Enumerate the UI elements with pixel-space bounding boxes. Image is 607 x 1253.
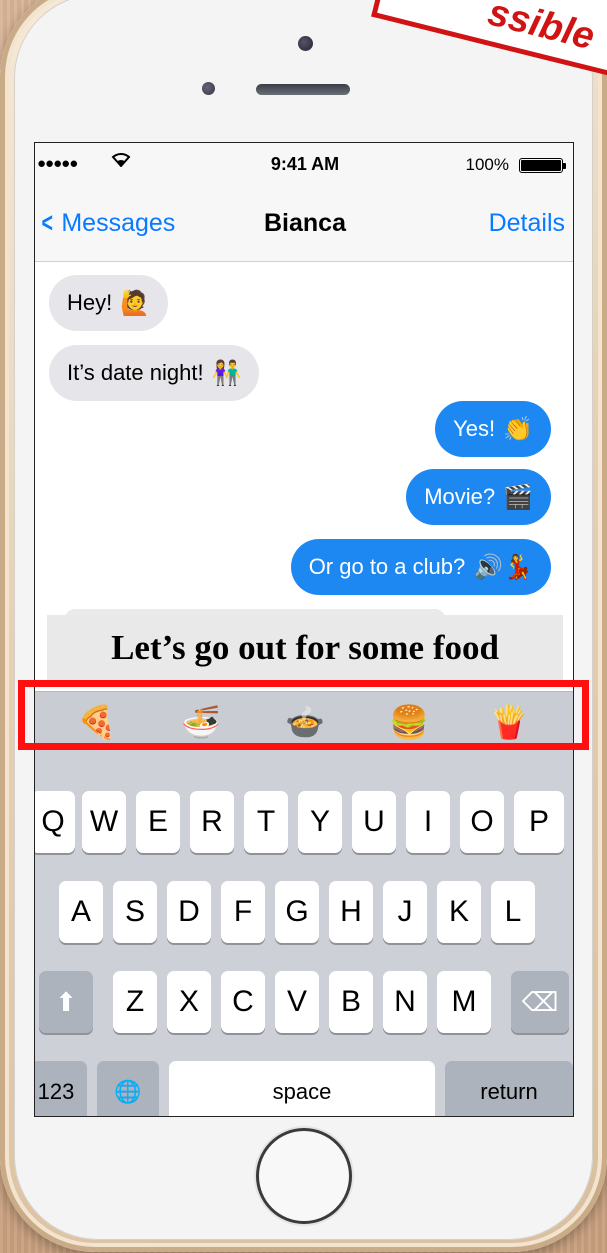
key-j[interactable]: J xyxy=(383,881,427,943)
key-z[interactable]: Z xyxy=(113,971,157,1033)
key-k[interactable]: K xyxy=(437,881,481,943)
emoji-suggestion-bar: 🍕 🍜 🍲 🍔 🍟 xyxy=(35,691,573,753)
message-bubble-outgoing: Movie? 🎬 xyxy=(406,469,551,525)
message-text: It’s date night! xyxy=(67,360,204,385)
key-v[interactable]: V xyxy=(275,971,319,1033)
back-label: Messages xyxy=(61,208,176,237)
delete-icon: ⌫ xyxy=(521,986,559,1017)
key-i[interactable]: I xyxy=(406,791,450,853)
key-u[interactable]: U xyxy=(352,791,396,853)
earpiece-speaker xyxy=(256,84,350,95)
home-button[interactable] xyxy=(256,1128,352,1224)
speaker-dancer-icon: 🔊💃 xyxy=(473,553,533,581)
shift-icon: ⬆ xyxy=(55,986,77,1017)
key-r[interactable]: R xyxy=(190,791,234,853)
chevron-left-icon: < xyxy=(41,207,53,238)
message-bubble-incoming: It’s date night! 👫 xyxy=(49,345,260,401)
key-o[interactable]: O xyxy=(460,791,504,853)
message-text: Or go to a club? xyxy=(308,554,466,579)
key-n[interactable]: N xyxy=(383,971,427,1033)
key-f[interactable]: F xyxy=(221,881,265,943)
key-p[interactable]: P xyxy=(514,791,564,853)
return-key[interactable]: return xyxy=(445,1061,573,1116)
key-c[interactable]: C xyxy=(221,971,265,1033)
battery-percentage: 100% xyxy=(465,155,509,174)
key-t[interactable]: T xyxy=(244,791,288,853)
front-camera xyxy=(298,36,313,51)
battery-icon xyxy=(519,158,566,173)
message-text: Hey! xyxy=(67,290,113,315)
couple-icon: 👫 xyxy=(211,359,242,387)
key-g[interactable]: G xyxy=(275,881,319,943)
key-h[interactable]: H xyxy=(329,881,373,943)
phone-screen: ●●●●● 9:41 AM 100% < Messages Bianca Det… xyxy=(34,142,574,1117)
message-text: Movie? xyxy=(424,484,496,509)
back-button[interactable]: < Messages xyxy=(39,207,175,239)
details-button[interactable]: Details xyxy=(489,209,565,238)
numbers-key[interactable]: 123 xyxy=(35,1061,87,1116)
noodles-icon[interactable]: 🍜 xyxy=(173,698,229,746)
key-a[interactable]: A xyxy=(59,881,103,943)
key-y[interactable]: Y xyxy=(298,791,342,853)
woman-raising-hand-icon: 🙋 xyxy=(120,289,151,317)
globe-key[interactable]: 🌐 xyxy=(97,1061,159,1116)
shift-key[interactable]: ⬆ xyxy=(39,971,93,1033)
key-l[interactable]: L xyxy=(491,881,535,943)
space-key[interactable]: space xyxy=(169,1061,435,1116)
key-b[interactable]: B xyxy=(329,971,373,1033)
message-bubble-outgoing: Yes! 👏 xyxy=(435,401,551,457)
hamburger-icon[interactable]: 🍔 xyxy=(381,698,437,746)
delete-key[interactable]: ⌫ xyxy=(511,971,569,1033)
proximity-sensor xyxy=(202,82,215,95)
clapping-hands-icon: 👏 xyxy=(503,415,533,443)
globe-icon: 🌐 xyxy=(114,1079,142,1105)
message-bubble-outgoing: Or go to a club? 🔊💃 xyxy=(290,539,551,595)
clapper-board-icon: 🎬 xyxy=(503,483,533,511)
message-text: Yes! xyxy=(453,416,496,441)
key-m[interactable]: M xyxy=(437,971,491,1033)
key-w[interactable]: W xyxy=(82,791,126,853)
fries-icon[interactable]: 🍟 xyxy=(481,698,537,746)
status-bar: ●●●●● 9:41 AM 100% xyxy=(35,143,573,185)
keyboard: Q W E R T Y U I O P A S D F G H J K L ⬆ … xyxy=(35,751,573,1116)
stew-bowl-icon[interactable]: 🍲 xyxy=(277,698,333,746)
key-s[interactable]: S xyxy=(113,881,157,943)
key-d[interactable]: D xyxy=(167,881,211,943)
pizza-icon[interactable]: 🍕 xyxy=(69,698,125,746)
key-x[interactable]: X xyxy=(167,971,211,1033)
key-q[interactable]: Q xyxy=(35,791,75,853)
navigation-bar: < Messages Bianca Details xyxy=(35,185,573,262)
compose-field[interactable]: Let’s go out for some food xyxy=(47,615,563,681)
message-bubble-incoming: Hey! 🙋 xyxy=(49,275,169,331)
key-e[interactable]: E xyxy=(136,791,180,853)
